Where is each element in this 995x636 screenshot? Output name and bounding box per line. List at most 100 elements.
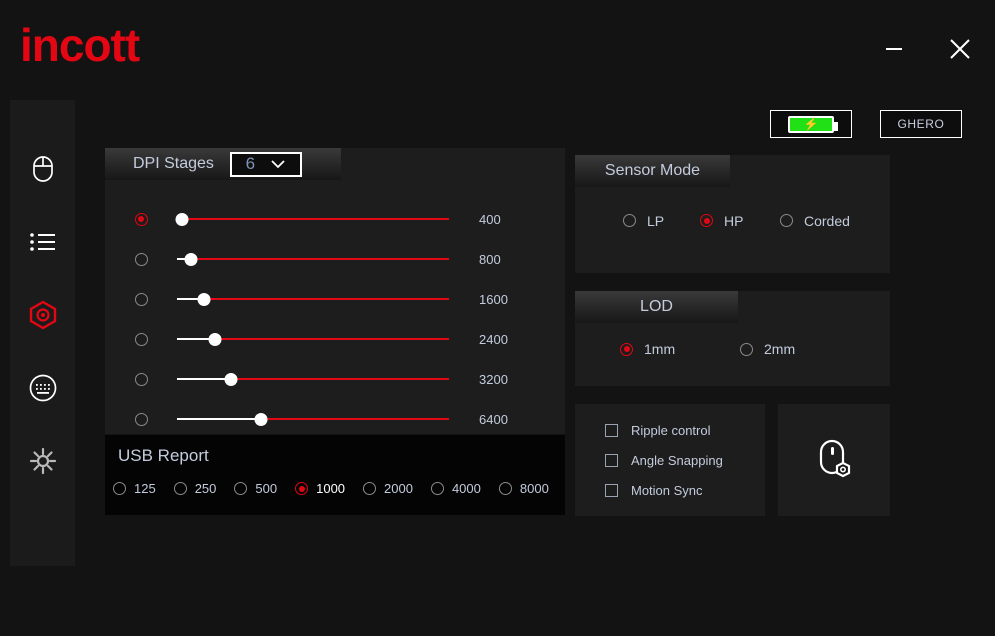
- checkbox[interactable]: [605, 423, 618, 437]
- usb-report-option-label: 250: [194, 481, 217, 496]
- dpi-slider-2400[interactable]: [177, 331, 449, 347]
- minimize-icon: [886, 48, 902, 50]
- radio-button[interactable]: [780, 214, 793, 227]
- lod-option-2mm[interactable]: 2mm: [740, 341, 795, 357]
- title-bar: incott: [0, 0, 995, 96]
- usb-report-option-8000[interactable]: 8000: [498, 481, 549, 496]
- radio-button[interactable]: [134, 292, 148, 306]
- sensor-mode-options: LP HP Corded: [575, 187, 890, 229]
- checkbox[interactable]: [605, 483, 618, 497]
- lod-option-1mm[interactable]: 1mm: [620, 341, 675, 357]
- lod-panel: LOD 1mm 2mm: [575, 291, 890, 386]
- radio-button[interactable]: [740, 342, 753, 356]
- slider-track-remaining: [215, 338, 449, 340]
- dpi-stage-row: 2400: [105, 319, 565, 359]
- dpi-stage-select-800[interactable]: [105, 252, 177, 266]
- toggle-label: Angle Snapping: [631, 452, 723, 468]
- radio-button[interactable]: [430, 482, 444, 495]
- radio-button[interactable]: [623, 214, 636, 227]
- slider-handle[interactable]: [208, 332, 222, 346]
- slider-handle[interactable]: [184, 252, 198, 266]
- usb-report-option-500[interactable]: 500: [234, 481, 277, 496]
- radio-button[interactable]: [134, 252, 148, 266]
- dpi-slider-1600[interactable]: [177, 291, 449, 307]
- slider-track-remaining: [190, 258, 449, 260]
- toggle-label: Ripple control: [631, 422, 711, 438]
- usb-report-option-125[interactable]: 125: [113, 481, 156, 496]
- dpi-stage-select-2400[interactable]: [105, 332, 177, 346]
- toggle-row[interactable]: Motion Sync: [575, 475, 765, 505]
- dpi-stage-select-6400[interactable]: [105, 412, 177, 426]
- list-icon: [29, 233, 55, 251]
- close-icon: [950, 39, 970, 59]
- slider-handle[interactable]: [197, 292, 211, 306]
- toggle-label: Motion Sync: [631, 482, 703, 498]
- chevron-down-icon: [271, 160, 285, 169]
- lod-options: 1mm 2mm: [575, 323, 890, 363]
- radio-button[interactable]: [134, 212, 148, 226]
- dpi-slider-400[interactable]: [175, 211, 449, 227]
- radio-button[interactable]: [134, 332, 148, 346]
- radio-button[interactable]: [234, 482, 248, 495]
- usb-report-title: USB Report: [118, 446, 209, 465]
- sensor-mode-panel: Sensor Mode LP HP Corded: [575, 155, 890, 273]
- dpi-stage-count-dropdown[interactable]: 6: [229, 151, 302, 177]
- slider-track-remaining: [231, 378, 449, 380]
- sensor-mode-option-LP[interactable]: LP: [623, 213, 664, 229]
- sidebar-item-performance[interactable]: [18, 290, 68, 340]
- slider-track-remaining: [204, 298, 449, 300]
- usb-report-panel: USB Report 125 250 500 1000 2000 4000 8000: [105, 435, 565, 515]
- usb-report-option-4000[interactable]: 4000: [430, 481, 481, 496]
- dpi-stage-select-400[interactable]: [105, 212, 177, 226]
- radio-button[interactable]: [134, 412, 148, 426]
- radio-button[interactable]: [113, 482, 126, 495]
- toggle-row[interactable]: Ripple control: [575, 415, 765, 445]
- slider-track-remaining: [182, 218, 449, 220]
- sensor-mode-option-Corded[interactable]: Corded: [780, 213, 850, 229]
- radio-button[interactable]: [173, 482, 187, 495]
- window-controls: [873, 30, 981, 68]
- sensor-mode-option-HP[interactable]: HP: [700, 213, 743, 229]
- toggle-row[interactable]: Angle Snapping: [575, 445, 765, 475]
- sensor-mode-option-label: Corded: [804, 212, 850, 229]
- usb-report-option-label: 500: [255, 481, 278, 496]
- sidebar-item-macro[interactable]: [18, 363, 68, 413]
- toggles-panel: Ripple control Angle Snapping Motion Sync: [575, 404, 765, 516]
- close-button[interactable]: [939, 30, 981, 68]
- dpi-stage-select-3200[interactable]: [105, 372, 177, 386]
- slider-handle[interactable]: [254, 412, 268, 426]
- slider-handle[interactable]: [224, 372, 238, 386]
- device-name-badge[interactable]: GHERO: [880, 110, 962, 138]
- checkbox[interactable]: [605, 453, 618, 467]
- gear-icon: [29, 447, 56, 475]
- sidebar-item-buttons[interactable]: [18, 217, 68, 267]
- minimize-button[interactable]: [873, 30, 915, 68]
- dpi-slider-800[interactable]: [177, 251, 449, 267]
- dpi-slider-6400[interactable]: [177, 411, 449, 427]
- radio-button[interactable]: [363, 482, 377, 495]
- usb-report-option-label: 4000: [451, 481, 481, 496]
- radio-button[interactable]: [134, 372, 148, 386]
- dpi-value-label: 800: [479, 251, 501, 267]
- keyboard-circle-icon: [29, 374, 56, 402]
- dpi-stage-list: 400 800 1600 2400 3200 6400: [105, 180, 565, 439]
- dpi-stages-panel: DPI Stages 6 400 800 1600 2400 3200 6400: [105, 148, 565, 434]
- radio-button[interactable]: [498, 482, 512, 495]
- dpi-slider-3200[interactable]: [177, 371, 449, 387]
- sidebar-item-mouse[interactable]: [18, 144, 68, 194]
- radio-button[interactable]: [700, 214, 713, 227]
- dpi-stage-row: 800: [105, 239, 565, 279]
- usb-report-option-1000[interactable]: 1000: [295, 481, 345, 496]
- dpi-stage-select-1600[interactable]: [105, 292, 177, 306]
- slider-handle[interactable]: [175, 212, 189, 226]
- radio-button[interactable]: [620, 342, 633, 356]
- usb-report-option-label: 1000: [316, 481, 346, 496]
- dpi-stage-row: 400: [105, 199, 565, 239]
- slider-track-remaining: [261, 418, 449, 420]
- usb-report-option-250[interactable]: 250: [173, 481, 217, 496]
- sidebar-item-settings[interactable]: [18, 436, 68, 486]
- battery-cap: [834, 121, 838, 131]
- dpi-stage-count-value: 6: [245, 154, 256, 173]
- usb-report-option-2000[interactable]: 2000: [363, 481, 413, 496]
- radio-button[interactable]: [295, 482, 309, 495]
